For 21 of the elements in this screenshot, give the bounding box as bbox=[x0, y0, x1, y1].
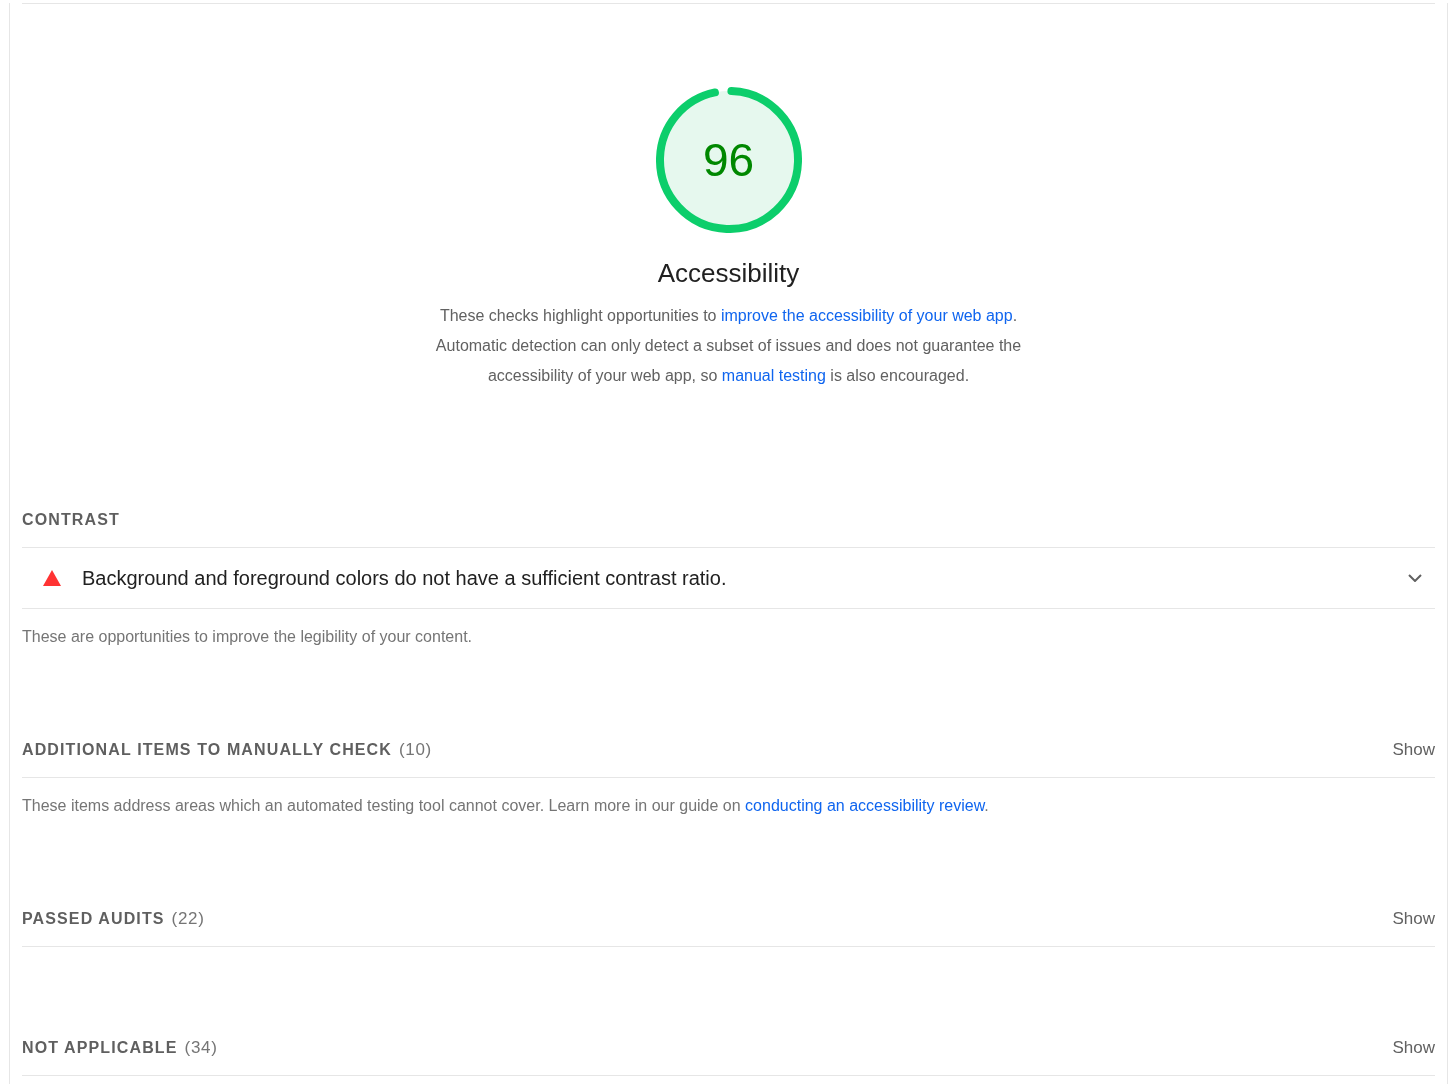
text-link[interactable]: manual testing bbox=[721, 367, 826, 384]
audit-count: (34) bbox=[184, 1037, 218, 1059]
triangle-icon bbox=[43, 570, 61, 586]
group-description: These items address areas which an automated testing tool cannot cover. Learn more in our guide on conducting an accessibility review. bbox=[22, 796, 990, 816]
group-title: CONTRAST bbox=[22, 510, 120, 530]
chevron-down-icon bbox=[1408, 574, 1422, 582]
text-link[interactable]: improve the accessibility of your web app bbox=[720, 307, 1013, 324]
show-toggle[interactable]: Show bbox=[1392, 738, 1435, 762]
group-title: NOT APPLICABLE bbox=[22, 1038, 178, 1058]
category-description: These checks highlight opportunities to improve the accessibility of your web app. Automatic detection can only detect a subset of issues and does not guarantee the accessibility of your web app, so manual testing is also encouraged. bbox=[434, 306, 1023, 386]
show-toggle[interactable]: Show bbox=[1392, 1036, 1435, 1060]
audit-count: (10) bbox=[398, 739, 432, 761]
group-title: PASSED AUDITS bbox=[22, 909, 165, 929]
group-description: These are opportunities to improve the legibility of your content. bbox=[22, 627, 474, 647]
text-link[interactable]: conducting an accessibility review bbox=[745, 797, 985, 814]
group-title: ADDITIONAL ITEMS TO MANUALLY CHECK bbox=[22, 740, 392, 760]
audit-row[interactable]: Background and foreground colors do not have a sufficient contrast ratio. bbox=[22, 548, 1435, 609]
category-title: Accessibility bbox=[657, 257, 800, 289]
audit-count: (22) bbox=[171, 908, 205, 930]
score-value: 96 bbox=[702, 134, 755, 186]
show-toggle[interactable]: Show bbox=[1392, 907, 1435, 931]
